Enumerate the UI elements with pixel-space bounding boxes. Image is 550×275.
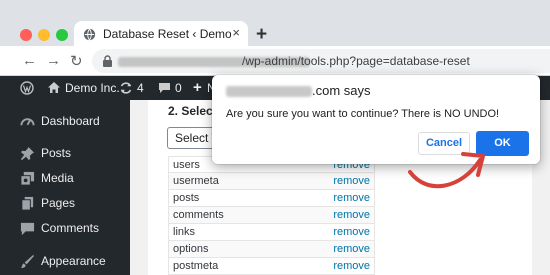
sidebar-item-label: Media: [41, 171, 74, 185]
sidebar-item-label: Appearance: [41, 254, 106, 268]
lock-icon: [103, 55, 112, 67]
tab-title: Database Reset ‹ Demo Inc. —: [103, 27, 231, 41]
browser-tab-strip: Database Reset ‹ Demo Inc. — × +: [0, 0, 550, 48]
remove-link[interactable]: remove: [333, 209, 370, 221]
remove-link[interactable]: remove: [333, 226, 370, 238]
remove-link[interactable]: remove: [333, 243, 370, 255]
sidebar-item-label: Pages: [41, 196, 76, 210]
sidebar-item-posts[interactable]: Posts: [0, 142, 130, 166]
remove-link[interactable]: remove: [333, 260, 370, 272]
sidebar-item-label: Posts: [41, 146, 72, 160]
wp-admin-sidebar: Dashboard Posts Media Pages Comments App…: [0, 100, 130, 275]
table-name: users: [173, 159, 200, 171]
cancel-button[interactable]: Cancel: [418, 132, 470, 155]
comments-icon: [20, 222, 35, 236]
dialog-title: .com says: [312, 83, 371, 98]
new-tab-button[interactable]: +: [256, 24, 267, 46]
table-name: posts: [173, 192, 200, 204]
table-row: usermeta remove: [168, 173, 375, 190]
table-name: options: [173, 243, 209, 255]
url-path: /wp-admin/tools.php?page=database-reset: [242, 54, 470, 68]
table-name: usermeta: [173, 175, 219, 187]
table-name: comments: [173, 209, 224, 221]
comments-count[interactable]: 0: [175, 76, 182, 100]
browser-toolbar: ← → ↻ /wp-admin/tools.php?page=database-…: [0, 46, 550, 76]
pages-icon: [21, 196, 34, 211]
updates-count[interactable]: 4: [137, 76, 144, 100]
back-button[interactable]: ←: [22, 52, 37, 69]
minimize-window-button[interactable]: [38, 29, 50, 41]
sidebar-item-label: Dashboard: [41, 114, 100, 128]
sidebar-item-dashboard[interactable]: Dashboard: [0, 110, 130, 134]
table-row: options remove: [168, 241, 375, 258]
sidebar-item-appearance[interactable]: Appearance: [0, 250, 130, 274]
table-row: posts remove: [168, 190, 375, 207]
table-row: comments remove: [168, 207, 375, 224]
table-name: postmeta: [173, 260, 219, 272]
blurred-site-domain: [226, 86, 312, 97]
sidebar-item-label: Comments: [41, 221, 100, 235]
appearance-icon: [20, 254, 35, 269]
plus-icon[interactable]: +: [193, 76, 202, 100]
ok-button[interactable]: OK: [476, 131, 529, 156]
comment-bubble-icon[interactable]: [158, 82, 171, 94]
address-bar[interactable]: /wp-admin/tools.php?page=database-reset: [92, 49, 550, 73]
globe-icon: [83, 28, 96, 41]
table-row: postmeta remove: [168, 258, 375, 275]
close-tab-icon[interactable]: ×: [232, 25, 240, 40]
sidebar-item-comments[interactable]: Comments: [0, 217, 130, 241]
media-icon: [20, 171, 35, 186]
confirm-dialog: .com says Are you sure you want to conti…: [212, 75, 540, 164]
tables-list: users remove usermeta remove posts remov…: [168, 156, 375, 275]
table-row: links remove: [168, 224, 375, 241]
close-window-button[interactable]: [20, 29, 32, 41]
reload-button[interactable]: ↻: [70, 52, 83, 70]
site-name-link[interactable]: Demo Inc.: [65, 76, 120, 100]
remove-link[interactable]: remove: [333, 192, 370, 204]
updates-icon[interactable]: [119, 81, 133, 95]
table-name: links: [173, 226, 196, 238]
remove-link[interactable]: remove: [333, 175, 370, 187]
dashboard-icon: [20, 118, 35, 126]
home-icon[interactable]: [47, 81, 61, 94]
dialog-message: Are you sure you want to continue? There…: [226, 108, 500, 120]
browser-tab[interactable]: Database Reset ‹ Demo Inc. — ×: [74, 21, 248, 48]
sidebar-item-pages[interactable]: Pages: [0, 192, 130, 216]
wordpress-logo-icon[interactable]: [20, 81, 34, 95]
pushpin-icon: [20, 146, 35, 161]
forward-button[interactable]: →: [46, 52, 61, 69]
sidebar-item-media[interactable]: Media: [0, 167, 130, 191]
maximize-window-button[interactable]: [56, 29, 68, 41]
